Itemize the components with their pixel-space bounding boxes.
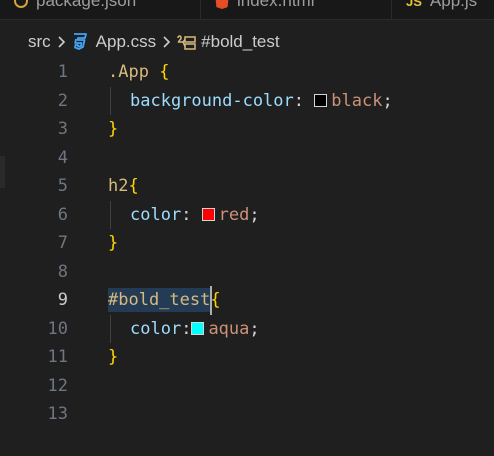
- open-brace: {: [128, 176, 139, 196]
- close-brace: }: [108, 347, 119, 367]
- line-number: 3: [57, 119, 68, 139]
- semicolon: ;: [382, 90, 393, 111]
- color-swatch-black[interactable]: [314, 93, 328, 107]
- tab-index-html[interactable]: index.html: [201, 0, 392, 19]
- tab-package-json[interactable]: package.json: [0, 0, 201, 19]
- code-text: background-color: black;: [130, 87, 393, 116]
- code-text: #bold_test{: [108, 286, 221, 315]
- code-line: 8: [0, 258, 494, 287]
- chevron-right-icon: [162, 35, 171, 49]
- code-line: 2 background-color: black;: [0, 86, 494, 116]
- indent-guide: [110, 200, 111, 229]
- line-number: 13: [47, 404, 68, 424]
- code-text: color: aqua;: [130, 315, 260, 344]
- line-number: 12: [47, 375, 68, 396]
- css-selector: .App: [108, 62, 149, 82]
- code-line: 7 }: [0, 229, 494, 258]
- code-line-active: 9 #bold_test{: [0, 286, 494, 315]
- indent-guide: [110, 86, 111, 115]
- line-number: 7: [57, 233, 68, 253]
- code-line: 12: [0, 372, 494, 401]
- code-line: 5 h2{: [0, 172, 494, 201]
- tab-app-js[interactable]: JS App.js: [392, 0, 494, 19]
- code-line: 6 color: red;: [0, 200, 494, 230]
- line-number: 6: [57, 204, 68, 225]
- code-line: 13: [0, 400, 494, 429]
- json-file-icon: [14, 0, 28, 8]
- tab-label: package.json: [36, 0, 137, 10]
- line-number: 9: [57, 290, 68, 310]
- code-editor[interactable]: 1 .App { 2 background-color: black; 3 } …: [0, 58, 494, 456]
- breadcrumb-symbol[interactable]: #bold_test: [201, 32, 279, 52]
- code-text: color: red;: [130, 201, 260, 230]
- close-brace: }: [108, 233, 119, 253]
- code-text: }: [108, 115, 118, 144]
- js-file-icon: JS: [406, 0, 422, 9]
- line-number: 11: [47, 347, 68, 367]
- colon: :: [181, 318, 192, 339]
- symbol-key-icon: [177, 34, 197, 50]
- code-line: 11 }: [0, 343, 494, 372]
- breadcrumb-file[interactable]: App.css: [96, 32, 156, 52]
- code-line: 4: [0, 144, 494, 173]
- css-file-icon: [72, 33, 88, 51]
- code-text: .App {: [108, 58, 169, 87]
- css-property: color: [130, 318, 182, 339]
- css-value: aqua: [208, 318, 250, 339]
- color-swatch-aqua[interactable]: [191, 321, 205, 335]
- code-text: h2{: [108, 172, 139, 201]
- css-selector: h2: [108, 176, 129, 196]
- close-brace: }: [108, 119, 119, 139]
- color-swatch-red[interactable]: [201, 207, 215, 221]
- code-text: }: [108, 229, 118, 258]
- html-file-icon: [215, 0, 229, 9]
- colon: :: [293, 90, 315, 111]
- line-number: 2: [57, 90, 68, 111]
- line-number: 5: [57, 176, 68, 196]
- indent-guide: [110, 314, 111, 343]
- semicolon: ;: [249, 204, 260, 225]
- tab-label: App.js: [429, 0, 478, 10]
- semicolon: ;: [249, 318, 260, 339]
- code-text: }: [108, 343, 118, 372]
- css-value: red: [218, 204, 250, 225]
- tab-label: index.html: [237, 0, 315, 10]
- open-brace: {: [159, 62, 170, 82]
- css-selector: #bold_test: [108, 290, 211, 310]
- line-number: 4: [57, 147, 68, 168]
- chevron-right-icon: [57, 35, 66, 49]
- css-property: color: [130, 204, 182, 225]
- line-number: 8: [57, 261, 68, 282]
- code-line: 3 }: [0, 115, 494, 144]
- editor-tab-bar: package.json index.html JS App.js: [0, 0, 494, 20]
- css-property: background-color: [130, 90, 294, 111]
- line-number: 1: [57, 62, 68, 82]
- code-line: 10 color: aqua;: [0, 314, 494, 344]
- colon: :: [181, 204, 202, 225]
- breadcrumb-folder[interactable]: src: [28, 32, 51, 52]
- code-line: 1 .App {: [0, 58, 494, 87]
- line-number: 10: [47, 318, 68, 339]
- css-value: black: [331, 90, 383, 111]
- text-cursor: [210, 286, 212, 315]
